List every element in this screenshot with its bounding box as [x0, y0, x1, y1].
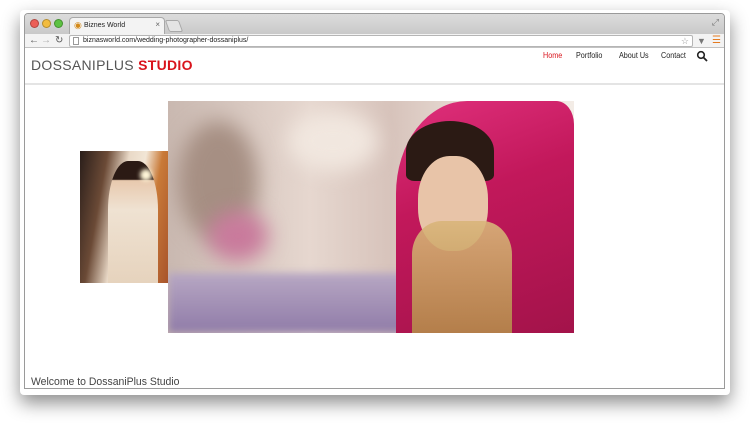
tab-strip: ◉ Biznes World × ⤢ — [25, 14, 724, 34]
browser-toolbar: ← → ↻ biznasworld.com/wedding-photograph… — [25, 34, 724, 48]
bride-figure — [108, 161, 158, 283]
fullscreen-icon[interactable]: ⤢ — [712, 17, 719, 28]
page-icon — [73, 37, 79, 45]
tab-title: Biznes World — [84, 22, 126, 29]
address-bar[interactable]: biznasworld.com/wedding-photographer-dos… — [69, 35, 693, 47]
logo-text-studio: STUDIO — [138, 57, 193, 73]
nav-home[interactable]: Home — [543, 51, 562, 60]
bg-blur-light — [288, 111, 378, 171]
favicon-icon: ◉ — [74, 20, 82, 30]
nav-contact[interactable]: Contact — [661, 51, 686, 60]
hero-photo — [168, 101, 574, 333]
nav-about-us[interactable]: About Us — [619, 51, 649, 60]
bg-blur-flowers — [208, 211, 268, 261]
bookmark-star-icon[interactable]: ☆ — [681, 36, 689, 46]
url-text[interactable]: biznasworld.com/wedding-photographer-dos… — [83, 36, 248, 46]
bride-jewelry — [412, 221, 512, 333]
tab-close-icon[interactable]: × — [155, 20, 160, 29]
thumbnail-photo[interactable] — [80, 151, 168, 283]
lamp-light — [140, 169, 152, 181]
menu-icon[interactable]: ☰ — [712, 35, 721, 47]
forward-arrow-icon[interactable]: → — [41, 34, 51, 48]
search-icon[interactable] — [696, 50, 708, 62]
web-page: DOSSANIPLUS STUDIO Home Portfolio About … — [25, 49, 724, 388]
browser-window: ◉ Biznes World × ⤢ ← → ↻ biznasworld.com… — [24, 13, 725, 389]
site-logo[interactable]: DOSSANIPLUS STUDIO — [31, 57, 193, 73]
minimize-window-button[interactable] — [42, 19, 51, 28]
extension-icon[interactable]: ▼ — [697, 35, 706, 47]
site-header: DOSSANIPLUS STUDIO Home Portfolio About … — [25, 49, 724, 85]
back-arrow-icon[interactable]: ← — [29, 34, 39, 48]
zoom-window-button[interactable] — [54, 19, 63, 28]
reload-icon[interactable]: ↻ — [55, 34, 63, 48]
browser-tab[interactable]: ◉ Biznes World × — [69, 17, 165, 34]
welcome-heading: Welcome to DossaniPlus Studio — [31, 376, 180, 388]
nav-portfolio[interactable]: Portfolio — [576, 51, 602, 60]
logo-text-dossaniplus: DOSSANIPLUS — [31, 57, 139, 73]
new-tab-button[interactable] — [164, 20, 184, 32]
close-window-button[interactable] — [30, 19, 39, 28]
